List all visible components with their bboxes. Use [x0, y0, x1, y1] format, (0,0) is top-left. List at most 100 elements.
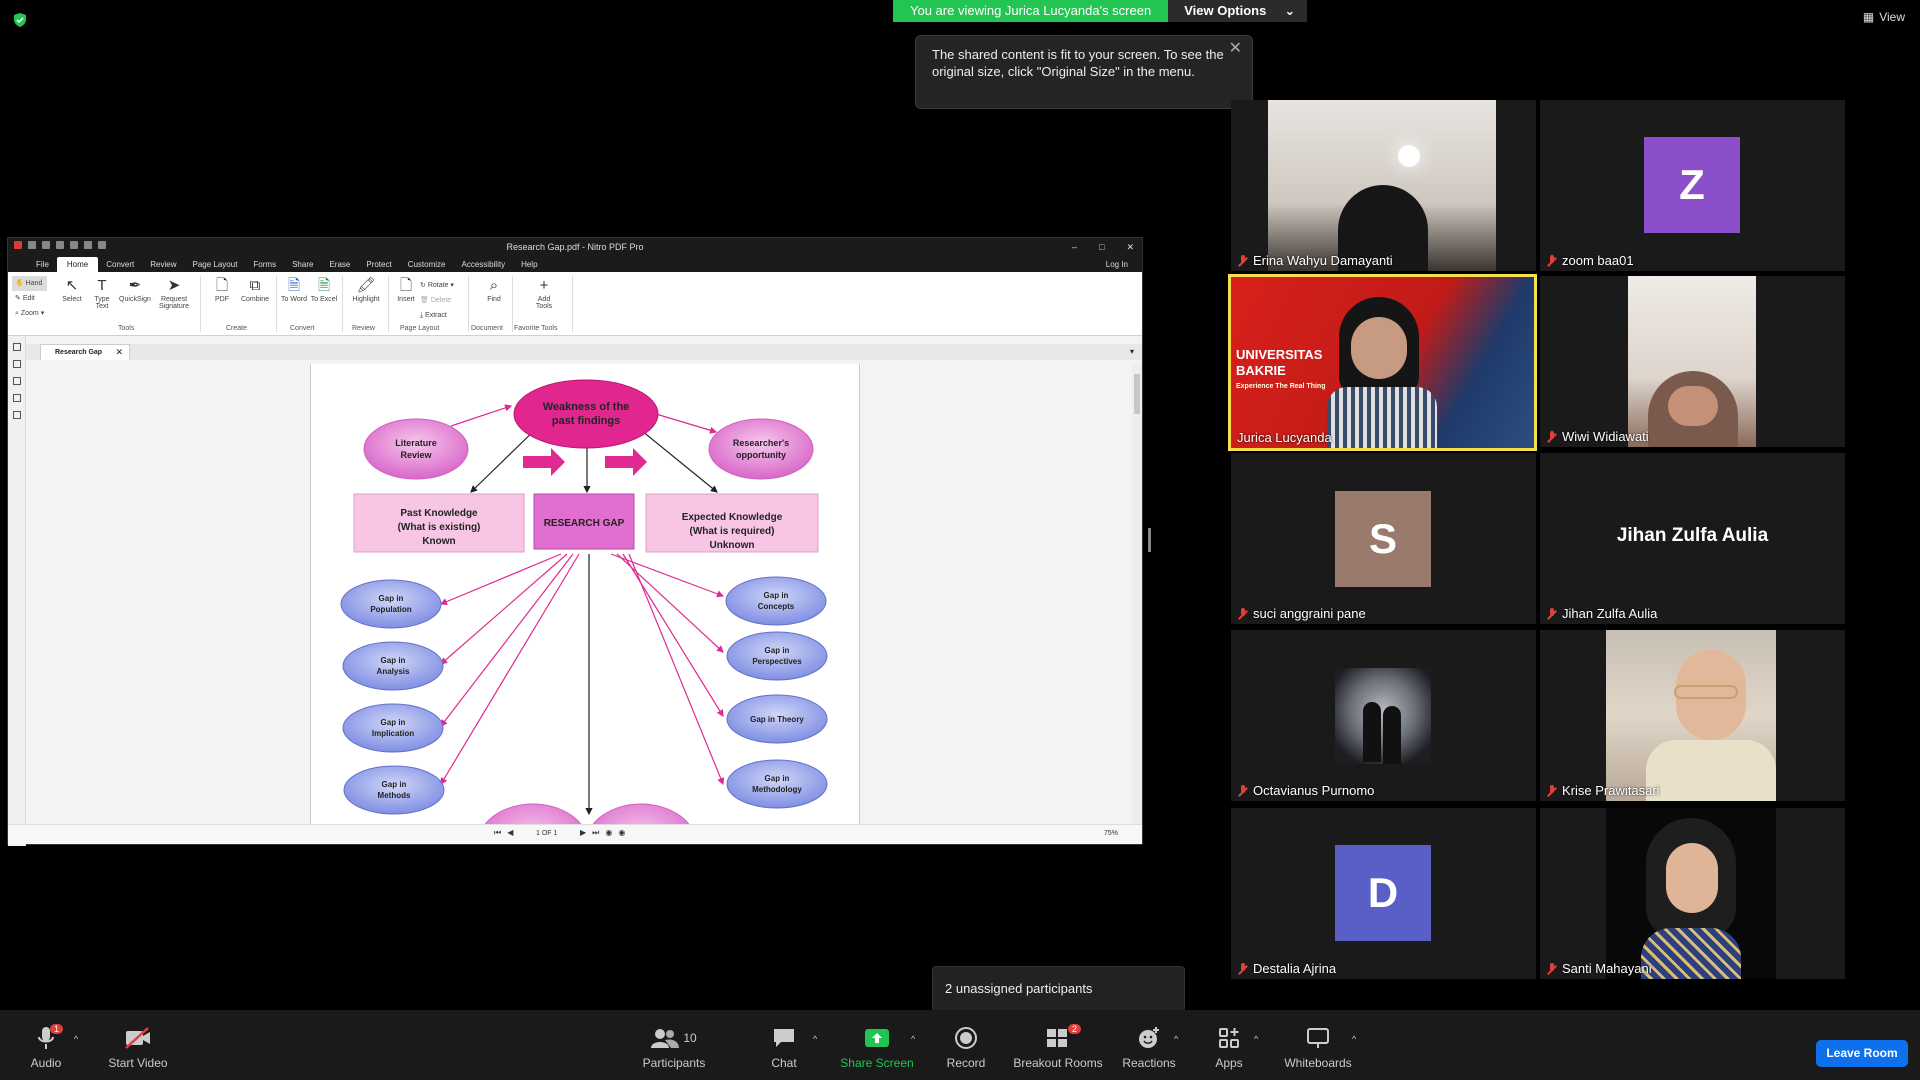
participant-tile[interactable]: D Destalia Ajrina [1231, 808, 1536, 979]
first-page-icon[interactable]: ⏮ [494, 828, 501, 838]
tooltip-text: The shared content is fit to your screen… [932, 47, 1224, 79]
whiteboards-options-caret[interactable]: ^ [1352, 1034, 1356, 1044]
group-create: Create [226, 325, 248, 332]
participant-tile[interactable]: Octavianus Purnomo [1231, 630, 1536, 801]
menu-page-layout[interactable]: Page Layout [184, 260, 245, 272]
participants-button[interactable]: 10 Participants [614, 1024, 734, 1070]
document-area[interactable]: Weakness of the past findings Literature… [26, 364, 1136, 826]
participant-tile[interactable]: Krise Prawitasari [1540, 630, 1845, 801]
menu-file[interactable]: File [28, 260, 57, 272]
expected-line-2: (What is required) [689, 526, 774, 537]
highlight-button[interactable]: 🖍 Highlight [346, 276, 386, 303]
weakness-node: Weakness of the past findings [513, 379, 659, 449]
extract-button[interactable]: ⤓ Extract [420, 308, 454, 323]
menu-home[interactable]: Home [56, 257, 99, 272]
next-page-icon[interactable]: ▶ [580, 828, 586, 838]
select-button[interactable]: ↖ Select [58, 276, 86, 303]
to-word-button[interactable]: 🗎 To Word [280, 276, 308, 303]
play-back-icon[interactable]: ◉ [605, 828, 612, 838]
avatar: Z [1644, 137, 1740, 233]
menu-accessibility[interactable]: Accessibility [454, 260, 514, 272]
play-forward-icon[interactable]: ◉ [618, 828, 625, 838]
last-page-icon[interactable]: ⏭ [592, 828, 599, 838]
literature-line-2: Review [400, 450, 432, 460]
muted-mic-icon [1546, 254, 1558, 267]
vertical-scrollbar[interactable] [1132, 364, 1142, 826]
menu-share[interactable]: Share [284, 260, 321, 272]
type-text-button[interactable]: T Type Text [88, 276, 116, 310]
leave-room-button[interactable]: Leave Room [1816, 1040, 1908, 1067]
find-button[interactable]: ⌕ Find [480, 276, 508, 303]
participant-tile[interactable]: Santi Mahayani [1540, 808, 1845, 979]
weakness-line-1: Weakness of the [543, 401, 630, 413]
unassigned-participants-tooltip[interactable]: 2 unassigned participants [932, 966, 1185, 1018]
security-shield-icon[interactable] [12, 12, 28, 33]
menu-help[interactable]: Help [513, 260, 545, 272]
zoom-label: Zoom [20, 310, 39, 317]
shared-nitro-window: Research Gap.pdf - Nitro PDF Pro – □ ✕ F… [7, 237, 1143, 846]
rotate-button[interactable]: ↻ Rotate ▾ [420, 278, 454, 293]
tab-research-gap[interactable]: Research Gap ✕ [40, 344, 130, 360]
page-indicator[interactable]: 1 OF 1 [536, 830, 557, 837]
gap-line: Concepts [758, 602, 795, 611]
close-tab-icon[interactable]: ✕ [115, 347, 123, 358]
participant-name: Wiwi Widiawati [1546, 429, 1649, 444]
to-excel-button[interactable]: 🗎 To Excel [310, 276, 338, 303]
menu-forms[interactable]: Forms [245, 260, 284, 272]
whiteboards-button[interactable]: Whiteboards [1258, 1024, 1378, 1070]
university-banner: UNIVERSITAS BAKRIE Experience The Real T… [1236, 347, 1325, 395]
hand-tool[interactable]: ✋ Hand [12, 276, 48, 291]
pdf-button[interactable]: 🗋 PDF [208, 276, 236, 303]
muted-mic-icon [1237, 962, 1249, 975]
maximize-icon[interactable]: □ [1099, 238, 1104, 256]
gap-implication-node: Gap in Implication [342, 703, 444, 753]
nitro-title-bar: Research Gap.pdf - Nitro PDF Pro – □ ✕ [8, 238, 1142, 256]
active-speaker-tile[interactable]: UNIVERSITAS BAKRIE Experience The Real T… [1228, 274, 1537, 451]
view-options-button[interactable]: View Options ⌄ [1168, 0, 1308, 22]
ribbon-separator [572, 276, 573, 332]
minimize-icon[interactable]: – [1072, 238, 1077, 256]
expected-line-1: Expected Knowledge [682, 512, 783, 523]
login-link[interactable]: Log In [1098, 260, 1142, 272]
participant-name: zoom baa01 [1546, 253, 1634, 268]
combine-button[interactable]: ⧉ Combine [238, 276, 272, 303]
participant-tile[interactable]: S suci anggraini pane [1231, 453, 1536, 624]
gap-line: Methodology [752, 785, 802, 794]
gap-line: Gap in [382, 780, 407, 789]
grid-view-icon: ▦ [1862, 10, 1875, 24]
participant-tile[interactable]: Erina Wahyu Damayanti [1231, 100, 1536, 271]
edit-tool[interactable]: ✎ Edit [12, 291, 47, 306]
menu-protect[interactable]: Protect [358, 260, 399, 272]
audio-badge: 1 [50, 1024, 64, 1034]
split-divider[interactable] [1148, 528, 1151, 552]
close-icon[interactable]: ✕ [1229, 40, 1242, 57]
menu-customize[interactable]: Customize [400, 260, 454, 272]
participant-tile[interactable]: Jihan Zulfa Aulia Jihan Zulfa Aulia [1540, 453, 1845, 624]
participant-tile[interactable]: Z zoom baa01 [1540, 100, 1845, 271]
add-tools-button[interactable]: + Add Tools [530, 276, 558, 310]
start-video-button[interactable]: Start Video [78, 1024, 198, 1070]
muted-mic-icon [1546, 607, 1558, 620]
nitro-status-bar: ⏮ ◀ 1 OF 1 ▶ ⏭ ◉ ◉ 75% [8, 824, 1142, 844]
zoom-level[interactable]: 75% [1104, 830, 1118, 837]
insert-button[interactable]: 🗋 Insert [392, 276, 420, 303]
menu-convert[interactable]: Convert [98, 260, 142, 272]
unassigned-label: 2 unassigned participants [945, 981, 1093, 996]
chevron-down-icon[interactable]: ▾ [1130, 347, 1134, 356]
participant-tile[interactable]: Wiwi Widiawati [1540, 276, 1845, 447]
prev-page-icon[interactable]: ◀ [507, 828, 513, 838]
nitro-left-panel [8, 336, 26, 846]
delete-button[interactable]: 🗑 Delete [420, 293, 454, 308]
plus-icon: + [539, 277, 549, 294]
zoom-tool[interactable]: ⌕ Zoom ▾ [12, 306, 47, 321]
menu-erase[interactable]: Erase [321, 260, 358, 272]
menu-review[interactable]: Review [142, 260, 184, 272]
close-window-icon[interactable]: ✕ [1126, 238, 1134, 256]
researcher-line-2: opportunity [736, 450, 786, 460]
request-signature-button[interactable]: ➤ Request Signature [154, 276, 194, 310]
pdf-icon: 🗋 [215, 277, 229, 294]
nitro-menu-bar: File Home Convert Review Page Layout For… [8, 256, 1142, 272]
muted-mic-icon [1546, 430, 1558, 443]
quicksign-button[interactable]: ✒ QuickSign [118, 276, 152, 303]
view-button[interactable]: ▦ View [1863, 10, 1905, 24]
